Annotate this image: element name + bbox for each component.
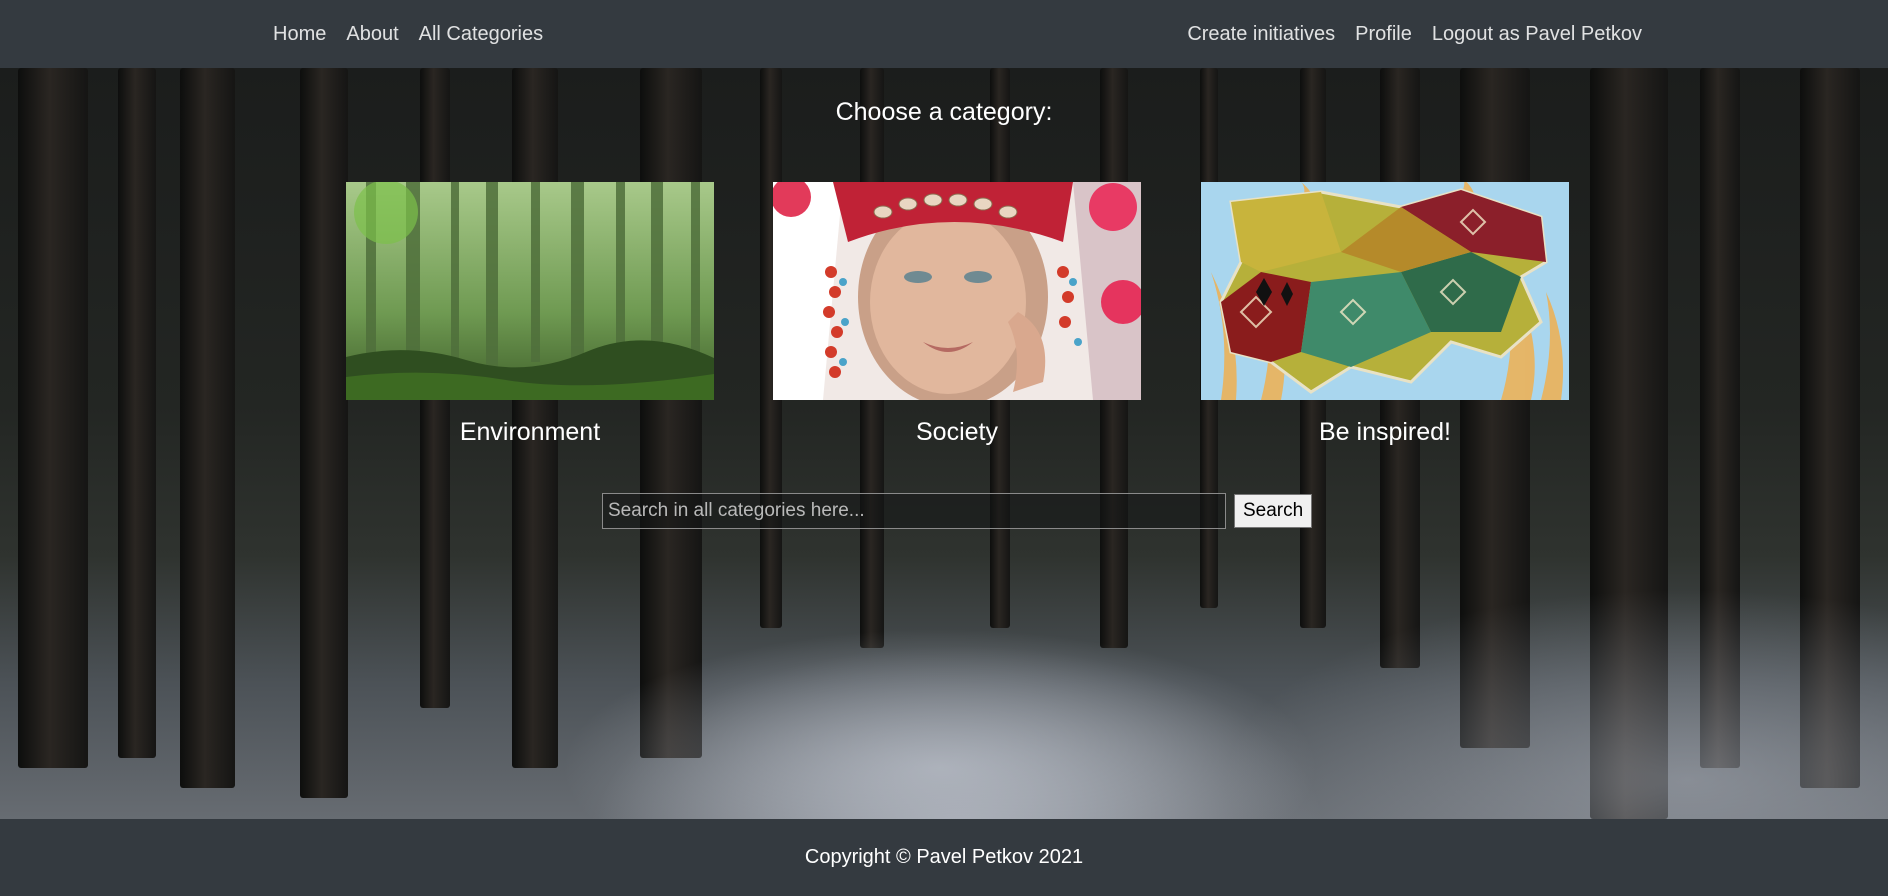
footer-copyright: Copyright © Pavel Petkov 2021 bbox=[804, 846, 1084, 868]
page-heading: Choose a category: bbox=[835, 98, 1053, 126]
nav-link-profile[interactable]: Profile bbox=[1355, 23, 1412, 46]
page-footer: Copyright © Pavel Petkov 2021 bbox=[0, 819, 1888, 896]
nav-right-group: Create initiatives Profile Logout as Pav… bbox=[1187, 0, 1642, 68]
category-card-be-inspired[interactable]: Be inspired! bbox=[1201, 182, 1569, 447]
category-label-be-inspired[interactable]: Be inspired! bbox=[1201, 418, 1569, 447]
nav-link-all-categories[interactable]: All Categories bbox=[419, 23, 544, 46]
be-inspired-image[interactable] bbox=[1201, 182, 1569, 400]
category-label-society[interactable]: Society bbox=[773, 418, 1141, 447]
top-navbar: Home About All Categories Create initiat… bbox=[0, 0, 1888, 68]
search-input[interactable] bbox=[602, 493, 1226, 529]
society-image[interactable] bbox=[773, 182, 1141, 400]
category-label-environment[interactable]: Environment bbox=[346, 418, 714, 447]
environment-image[interactable] bbox=[346, 182, 714, 400]
nav-link-home[interactable]: Home bbox=[273, 23, 326, 46]
nav-link-about[interactable]: About bbox=[346, 23, 398, 46]
nav-link-logout[interactable]: Logout as Pavel Petkov bbox=[1432, 23, 1642, 46]
search-button[interactable]: Search bbox=[1234, 494, 1313, 528]
search-form: Search bbox=[602, 493, 1313, 529]
category-card-environment[interactable]: Environment bbox=[346, 182, 714, 447]
hero-section: Choose a category: Environment Society B… bbox=[0, 68, 1888, 819]
category-card-society[interactable]: Society bbox=[773, 182, 1141, 447]
nav-link-create-initiatives[interactable]: Create initiatives bbox=[1187, 23, 1335, 46]
nav-left-group: Home About All Categories bbox=[273, 0, 543, 68]
